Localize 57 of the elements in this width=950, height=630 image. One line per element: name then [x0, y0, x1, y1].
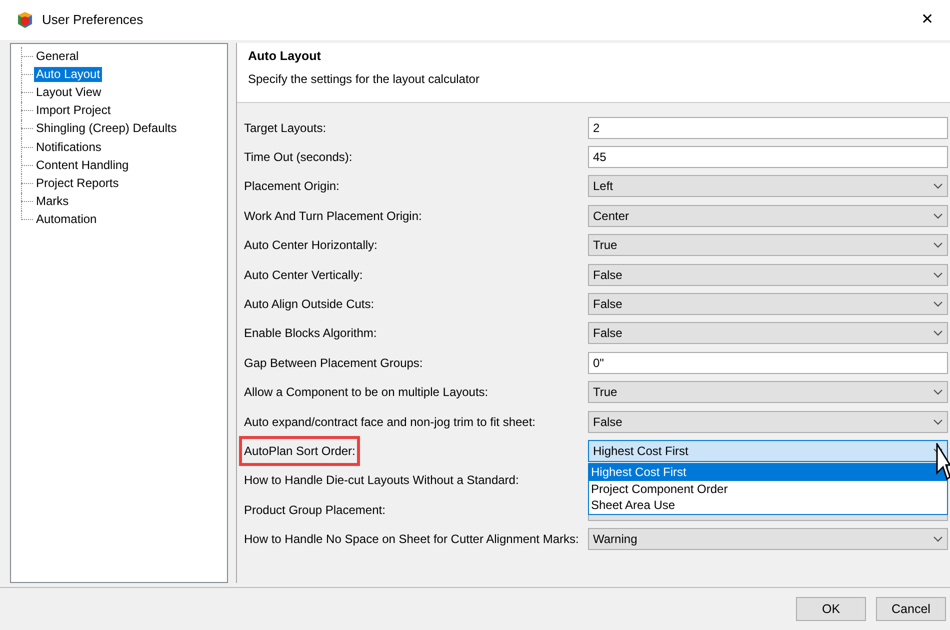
dropdown-option[interactable]: Highest Cost First [589, 464, 947, 481]
setting-label: Placement Origin: [243, 178, 340, 196]
chevron-down-icon [933, 183, 943, 190]
tree-item[interactable]: Import Project [34, 103, 113, 118]
setting-label: Target Layouts: [243, 120, 328, 137]
tree-item[interactable]: Project Reports [34, 176, 121, 191]
dropdown-field[interactable]: True [588, 381, 948, 404]
dropdown-field[interactable]: False [588, 410, 948, 433]
dropdown-field[interactable]: Left [588, 175, 948, 198]
dropdown-field[interactable]: Center [588, 204, 948, 227]
setting-label: Time Out (seconds): [243, 149, 354, 166]
tree-item[interactable]: Notifications [34, 140, 104, 155]
close-button[interactable]: ✕ [915, 8, 940, 32]
dropdown-field[interactable]: Highest Cost First [588, 440, 948, 462]
setting-label: Enable Blocks Algorithm: [243, 325, 378, 342]
chevron-down-icon [933, 389, 943, 396]
text-field[interactable]: 2 [588, 116, 948, 139]
chevron-down-icon [933, 330, 943, 336]
tree-item[interactable]: Automation [34, 212, 99, 228]
setting-label: How to Handle No Space on Sheet for Cutter Alignment Marks: [243, 531, 580, 548]
tree-item[interactable]: Content Handling [34, 158, 131, 173]
dropdown-option[interactable]: Project Component Order [589, 480, 947, 498]
app-logo-icon [16, 11, 34, 29]
section-description: Specify the settings for the layout calculator [248, 70, 480, 88]
chevron-down-icon [933, 212, 943, 219]
chevron-down-icon [933, 301, 943, 308]
tree-item[interactable]: General [34, 48, 81, 64]
chevron-down-icon [933, 272, 943, 278]
setting-label: Product Group Placement: [243, 502, 386, 519]
section-title: Auto Layout [248, 48, 322, 65]
setting-label: Allow a Component to be on multiple Layouts: [243, 384, 490, 402]
chevron-down-icon [933, 536, 943, 542]
dropdown-option[interactable]: Sheet Area Use [589, 497, 947, 514]
tree-item[interactable]: Layout View [34, 84, 104, 100]
tree-item[interactable]: Marks [34, 194, 71, 210]
setting-label: Auto Center Horizontally: [243, 237, 378, 254]
dropdown-field[interactable]: False [588, 293, 948, 316]
setting-label: Auto Center Vertically: [243, 266, 364, 284]
dropdown-field[interactable]: Warning [588, 528, 948, 550]
setting-label: AutoPlan Sort Order: [242, 438, 358, 463]
text-field[interactable]: 0" [588, 352, 948, 374]
setting-label: Work And Turn Placement Origin: [243, 208, 423, 225]
setting-label: Auto Align Outside Cuts: [243, 296, 376, 314]
dropdown-field[interactable]: False [588, 264, 948, 286]
setting-label: Auto expand/contract face and non-jog trim to fit sheet: [243, 414, 537, 431]
chevron-down-icon [933, 418, 943, 425]
dropdown-field[interactable]: True [588, 234, 948, 256]
setting-label: Gap Between Placement Groups: [243, 354, 424, 372]
tree-item[interactable]: Auto Layout [34, 66, 102, 82]
text-field[interactable]: 45 [588, 146, 948, 168]
ok-button[interactable]: OK [796, 597, 866, 621]
setting-label: How to Handle Die-cut Layouts Without a Standard: [243, 472, 520, 490]
chevron-down-icon [933, 242, 943, 248]
window-title: User Preferences [42, 11, 144, 30]
cancel-button[interactable]: Cancel [876, 597, 946, 621]
tree-item[interactable]: Shingling (Creep) Defaults [34, 121, 179, 136]
dropdown-field[interactable]: False [588, 322, 948, 344]
